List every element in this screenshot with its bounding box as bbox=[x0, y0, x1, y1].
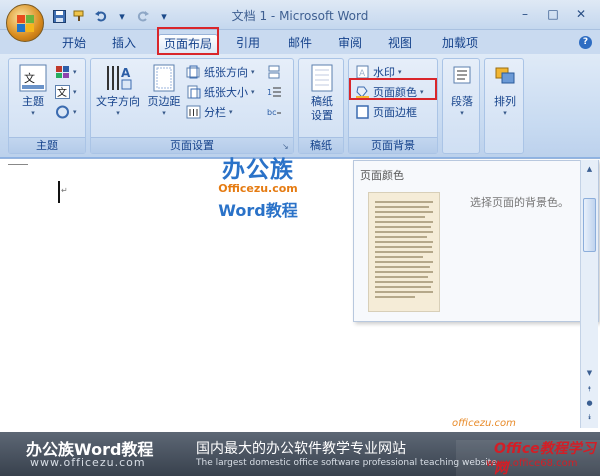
draft-paper-icon bbox=[307, 63, 337, 93]
arrange-icon bbox=[490, 63, 520, 93]
previous-page-icon[interactable]: ⯭ bbox=[582, 382, 597, 396]
svg-text:文: 文 bbox=[57, 86, 67, 99]
footer-url: www.officezu.com bbox=[30, 456, 146, 469]
group-arrange: 排列 ▾ bbox=[484, 58, 524, 154]
tab-home[interactable]: 开始 bbox=[52, 34, 96, 54]
svg-text:1: 1 bbox=[267, 88, 272, 97]
help-icon[interactable]: ? bbox=[579, 36, 592, 49]
group-label-page-background: 页面背景 bbox=[349, 137, 437, 153]
footer-subtitle: The largest domestic office software pro… bbox=[196, 458, 497, 468]
theme-effects-icon bbox=[56, 105, 69, 118]
arrange-button[interactable]: 排列 ▾ bbox=[487, 63, 523, 117]
tab-mailings[interactable]: 邮件 bbox=[278, 34, 322, 54]
footer-right-url: www.office68.com bbox=[486, 458, 578, 469]
window-title: 文档 1 - Microsoft Word bbox=[231, 9, 369, 23]
hyphenation-icon: bc bbox=[267, 108, 281, 117]
scroll-thumb[interactable] bbox=[583, 198, 596, 252]
themes-icon: 文 bbox=[18, 63, 48, 93]
text-direction-icon: A bbox=[103, 63, 133, 93]
next-page-icon[interactable]: ⯯ bbox=[582, 410, 597, 424]
margins-button[interactable]: 页边距 ▾ bbox=[145, 63, 183, 117]
svg-text:bc: bc bbox=[267, 108, 276, 117]
vertical-scrollbar[interactable]: ▲ ▼ ⯭ ● ⯯ bbox=[580, 160, 598, 428]
tab-review[interactable]: 审阅 bbox=[328, 34, 372, 54]
theme-fonts-icon: 文 bbox=[55, 84, 70, 99]
text-cursor bbox=[58, 181, 60, 203]
svg-text:A: A bbox=[121, 66, 131, 80]
svg-text:A: A bbox=[359, 69, 366, 79]
tab-references[interactable]: 引用 bbox=[226, 34, 270, 54]
paragraph-button[interactable]: 段落 ▾ bbox=[445, 63, 479, 117]
tab-view[interactable]: 视图 bbox=[378, 34, 422, 54]
footer-slogan: 国内最大的办公软件教学专业网站 bbox=[196, 441, 406, 457]
page-preview-thumbnail[interactable] bbox=[368, 192, 440, 312]
select-browse-object-icon[interactable]: ● bbox=[582, 396, 597, 410]
hyphenation-button[interactable]: bc bbox=[267, 103, 282, 120]
group-page-setup: A 文字方向 ▾ 页边距 ▾ 纸张方向 ▾ 纸张大小 ▾ 分栏 ▾ 1 bc 页… bbox=[90, 58, 294, 154]
line-numbers-icon: 1 bbox=[267, 87, 281, 97]
orientation-icon bbox=[186, 65, 200, 78]
breaks-button[interactable] bbox=[267, 63, 282, 80]
size-button[interactable]: 纸张大小 ▾ bbox=[186, 83, 255, 100]
footer-badge: officezu.com bbox=[452, 418, 516, 429]
minimize-button[interactable]: – bbox=[512, 5, 538, 23]
watermark-brand: 办公族 bbox=[222, 157, 294, 183]
page-color-dropdown: 页面颜色 ◰ 选择页面的背景色。 bbox=[353, 160, 599, 322]
text-direction-button[interactable]: A 文字方向 ▾ bbox=[93, 63, 143, 117]
window-controls: – □ ✕ bbox=[512, 5, 594, 23]
group-draft-paper: 稿纸 设置 稿纸 bbox=[298, 58, 344, 154]
office-logo-icon bbox=[17, 15, 34, 32]
columns-button[interactable]: 分栏 ▾ bbox=[186, 103, 233, 120]
tab-insert[interactable]: 插入 bbox=[102, 34, 146, 54]
group-label-themes: 主题 bbox=[9, 137, 85, 153]
theme-colors-button[interactable]: ▾ bbox=[55, 63, 77, 80]
watermark-subtitle: Word教程 bbox=[218, 201, 298, 220]
breaks-icon bbox=[268, 65, 280, 78]
page-color-highlight-box bbox=[349, 78, 437, 100]
page-corner-mark bbox=[8, 164, 28, 170]
watermark-domain: Officezu.com bbox=[218, 182, 298, 195]
title-bar: ▾ ▾ 文档 1 - Microsoft Word – □ ✕ bbox=[0, 0, 600, 30]
close-button[interactable]: ✕ bbox=[568, 5, 594, 23]
themes-button[interactable]: 文 主题 ▾ bbox=[13, 63, 53, 117]
columns-icon bbox=[186, 105, 201, 118]
draft-paper-button[interactable]: 稿纸 设置 bbox=[303, 63, 341, 123]
group-page-background: A 水印 ▾ 页面颜色 ▾ 页面边框 页面背景 bbox=[348, 58, 438, 154]
theme-effects-button[interactable]: ▾ bbox=[55, 103, 77, 120]
margins-icon bbox=[149, 63, 179, 93]
watermark-icon: A bbox=[356, 65, 369, 79]
svg-text:文: 文 bbox=[24, 71, 35, 85]
page-borders-button[interactable]: 页面边框 bbox=[355, 103, 417, 120]
paragraph-icon bbox=[447, 63, 477, 93]
scroll-up-icon[interactable]: ▲ bbox=[582, 162, 597, 176]
ribbon-tabs: 开始 插入 页面布局 引用 邮件 审阅 视图 加载项 ? bbox=[0, 30, 600, 54]
site-watermark: 办公族 Officezu.com Word教程 bbox=[208, 150, 308, 221]
size-icon bbox=[187, 85, 201, 98]
office-button[interactable] bbox=[6, 4, 44, 42]
dropdown-description: 选择页面的背景色。 bbox=[470, 196, 569, 209]
page-borders-icon bbox=[356, 104, 369, 119]
theme-fonts-button[interactable]: 文 ▾ bbox=[55, 83, 77, 100]
maximize-button[interactable]: □ bbox=[540, 5, 566, 23]
scroll-down-icon[interactable]: ▼ bbox=[582, 366, 597, 380]
line-numbers-button[interactable]: 1 bbox=[267, 83, 282, 100]
dropdown-title: 页面颜色 bbox=[360, 169, 404, 182]
ribbon: 文 主题 ▾ ▾ 文 ▾ ▾ 主题 A 文字方向 ▾ 页边距 ▾ 纸张方向 ▾ … bbox=[0, 54, 600, 158]
orientation-button[interactable]: 纸张方向 ▾ bbox=[186, 63, 255, 80]
group-paragraph: 段落 ▾ bbox=[442, 58, 480, 154]
footer-right-title: Office教程学习网 bbox=[494, 441, 596, 476]
theme-colors-icon bbox=[56, 65, 69, 78]
tab-add-ins[interactable]: 加载项 bbox=[432, 34, 488, 54]
group-themes: 文 主题 ▾ ▾ 文 ▾ ▾ 主题 bbox=[8, 58, 86, 154]
tab-highlight-box bbox=[157, 27, 219, 55]
paragraph-mark-icon: ↵ bbox=[61, 186, 68, 195]
